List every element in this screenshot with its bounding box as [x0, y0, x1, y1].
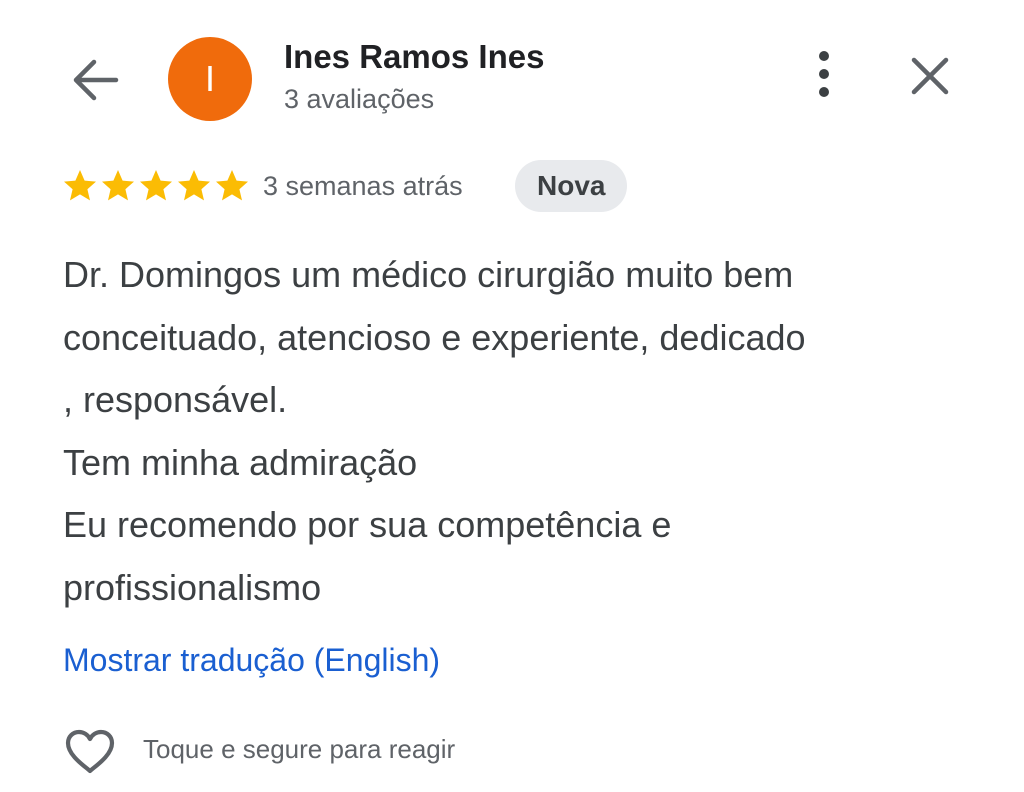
heart-outline-icon	[65, 729, 115, 774]
more-options-button[interactable]	[800, 44, 848, 104]
review-line: Dr. Domingos um médico cirurgião muito b…	[63, 254, 794, 295]
review-line: Eu recomendo por sua competência e	[63, 504, 672, 545]
review-line: , responsável.	[63, 379, 288, 420]
review-line: Tem minha admiração	[63, 441, 418, 483]
reaction-hint: Toque e segure para reagir	[143, 734, 456, 764]
back-button[interactable]	[62, 50, 128, 110]
star-rating	[62, 168, 250, 203]
star-icon	[176, 168, 212, 203]
review-text: Dr. Domingos um médico cirurgião muito b…	[63, 244, 983, 619]
star-icon	[214, 168, 250, 203]
arrow-left-icon	[73, 59, 119, 101]
react-button[interactable]	[60, 725, 120, 779]
review-line: profissionalismo	[63, 566, 322, 608]
star-icon	[100, 168, 136, 203]
close-button[interactable]	[902, 48, 958, 104]
review-line: conceituado, atencioso e experiente, ded…	[63, 316, 806, 358]
show-translation-link[interactable]: Mostrar tradução (English)	[63, 642, 440, 679]
new-badge: Nova	[515, 160, 628, 212]
more-vert-icon	[819, 51, 829, 97]
close-icon	[911, 57, 949, 95]
star-icon	[138, 168, 174, 203]
avatar[interactable]: I	[168, 37, 252, 121]
review-date: 3 semanas atrás	[263, 171, 463, 201]
avatar-letter: I	[204, 58, 215, 99]
star-icon	[62, 168, 98, 203]
review-count: 3 avaliações	[284, 84, 435, 114]
reviewer-name[interactable]: Ines Ramos Ines	[284, 38, 544, 76]
